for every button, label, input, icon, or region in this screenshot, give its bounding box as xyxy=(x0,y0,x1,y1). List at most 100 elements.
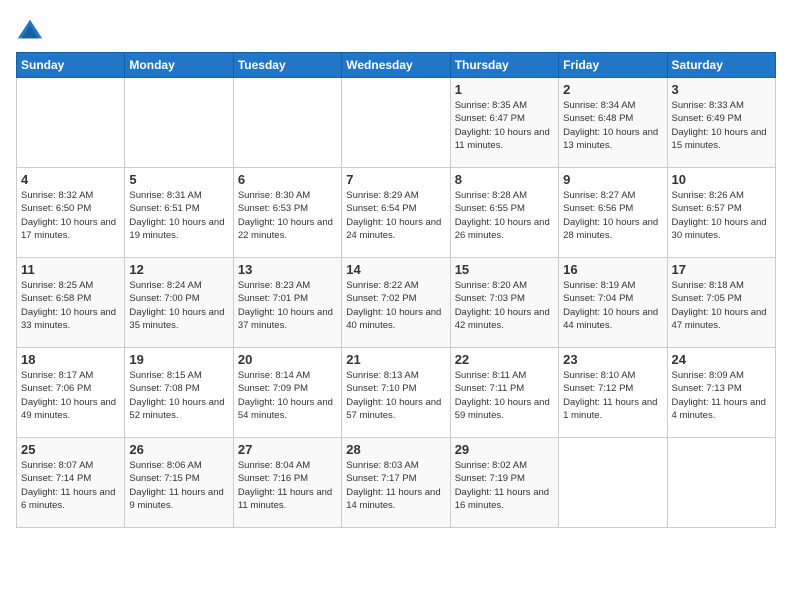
day-number: 16 xyxy=(563,262,662,277)
day-cell: 3Sunrise: 8:33 AM Sunset: 6:49 PM Daylig… xyxy=(667,78,775,168)
day-number: 12 xyxy=(129,262,228,277)
day-cell: 5 Sunrise: 8:31 AM Sunset: 6:51 PM Daylig… xyxy=(125,168,233,258)
day-number: 27 xyxy=(238,442,337,457)
logo xyxy=(16,16,48,44)
day-cell: 18 Sunrise: 8:17 AM Sunset: 7:06 PM Dayli… xyxy=(17,348,125,438)
week-row-4: 18 Sunrise: 8:17 AM Sunset: 7:06 PM Dayli… xyxy=(17,348,776,438)
day-cell: 21Sunrise: 8:13 AM Sunset: 7:10 PM Dayli… xyxy=(342,348,450,438)
day-info: Sunrise: 8:35 AM Sunset: 6:47 PM Dayligh… xyxy=(455,99,554,152)
day-number: 23 xyxy=(563,352,662,367)
day-cell: 15 Sunrise: 8:20 AM Sunset: 7:03 PM Dayli… xyxy=(450,258,558,348)
day-info: Sunrise: 8:24 AM Sunset: 7:00 PM Dayligh… xyxy=(129,279,228,332)
day-number: 1 xyxy=(455,82,554,97)
day-number: 21 xyxy=(346,352,445,367)
day-number: 28 xyxy=(346,442,445,457)
day-cell: 9 Sunrise: 8:27 AM Sunset: 6:56 PM Daylig… xyxy=(559,168,667,258)
day-number: 3 xyxy=(672,82,771,97)
day-number: 22 xyxy=(455,352,554,367)
day-info: Sunrise: 8:27 AM Sunset: 6:56 PM Dayligh… xyxy=(563,189,662,242)
week-row-5: 25 Sunrise: 8:07 AM Sunset: 7:14 PM Dayli… xyxy=(17,438,776,528)
day-cell: 12 Sunrise: 8:24 AM Sunset: 7:00 PM Dayli… xyxy=(125,258,233,348)
day-number: 4 xyxy=(21,172,120,187)
day-info: Sunrise: 8:31 AM Sunset: 6:51 PM Dayligh… xyxy=(129,189,228,242)
week-row-3: 11 Sunrise: 8:25 AM Sunset: 6:58 PM Dayli… xyxy=(17,258,776,348)
day-cell: 26 Sunrise: 8:06 AM Sunset: 7:15 PM Dayli… xyxy=(125,438,233,528)
day-number: 10 xyxy=(672,172,771,187)
day-info: Sunrise: 8:07 AM Sunset: 7:14 PM Dayligh… xyxy=(21,459,120,512)
day-number: 24 xyxy=(672,352,771,367)
day-cell: 13 Sunrise: 8:23 AM Sunset: 7:01 PM Dayli… xyxy=(233,258,341,348)
day-info: Sunrise: 8:04 AM Sunset: 7:16 PM Dayligh… xyxy=(238,459,337,512)
day-number: 25 xyxy=(21,442,120,457)
day-cell: 6 Sunrise: 8:30 AM Sunset: 6:53 PM Daylig… xyxy=(233,168,341,258)
day-info: Sunrise: 8:10 AM Sunset: 7:12 PM Dayligh… xyxy=(563,369,662,422)
day-number: 13 xyxy=(238,262,337,277)
day-cell: 14 Sunrise: 8:22 AM Sunset: 7:02 PM Dayli… xyxy=(342,258,450,348)
day-cell: 20 Sunrise: 8:14 AM Sunset: 7:09 PM Dayli… xyxy=(233,348,341,438)
day-cell: 25 Sunrise: 8:07 AM Sunset: 7:14 PM Dayli… xyxy=(17,438,125,528)
day-info: Sunrise: 8:22 AM Sunset: 7:02 PM Dayligh… xyxy=(346,279,445,332)
day-number: 2 xyxy=(563,82,662,97)
day-info: Sunrise: 8:11 AM Sunset: 7:11 PM Dayligh… xyxy=(455,369,554,422)
day-cell: 4 Sunrise: 8:32 AM Sunset: 6:50 PM Daylig… xyxy=(17,168,125,258)
day-info: Sunrise: 8:32 AM Sunset: 6:50 PM Dayligh… xyxy=(21,189,120,242)
calendar-body: 1 Sunrise: 8:35 AM Sunset: 6:47 PM Daylig… xyxy=(17,78,776,528)
day-cell: 11 Sunrise: 8:25 AM Sunset: 6:58 PM Dayli… xyxy=(17,258,125,348)
day-number: 14 xyxy=(346,262,445,277)
day-number: 26 xyxy=(129,442,228,457)
day-info: Sunrise: 8:28 AM Sunset: 6:55 PM Dayligh… xyxy=(455,189,554,242)
day-cell xyxy=(17,78,125,168)
calendar-table: SundayMondayTuesdayWednesdayThursdayFrid… xyxy=(16,52,776,528)
day-number: 6 xyxy=(238,172,337,187)
header-cell-wednesday: Wednesday xyxy=(342,53,450,78)
day-number: 7 xyxy=(346,172,445,187)
day-info: Sunrise: 8:23 AM Sunset: 7:01 PM Dayligh… xyxy=(238,279,337,332)
day-number: 11 xyxy=(21,262,120,277)
logo-icon xyxy=(16,16,44,44)
day-info: Sunrise: 8:15 AM Sunset: 7:08 PM Dayligh… xyxy=(129,369,228,422)
day-number: 20 xyxy=(238,352,337,367)
day-cell xyxy=(125,78,233,168)
header-cell-saturday: Saturday xyxy=(667,53,775,78)
day-cell: 28 Sunrise: 8:03 AM Sunset: 7:17 PM Dayli… xyxy=(342,438,450,528)
day-number: 19 xyxy=(129,352,228,367)
day-info: Sunrise: 8:06 AM Sunset: 7:15 PM Dayligh… xyxy=(129,459,228,512)
header-cell-thursday: Thursday xyxy=(450,53,558,78)
page-header xyxy=(16,16,776,44)
header-cell-friday: Friday xyxy=(559,53,667,78)
day-number: 18 xyxy=(21,352,120,367)
header-cell-tuesday: Tuesday xyxy=(233,53,341,78)
day-cell: 22 Sunrise: 8:11 AM Sunset: 7:11 PM Dayli… xyxy=(450,348,558,438)
day-info: Sunrise: 8:20 AM Sunset: 7:03 PM Dayligh… xyxy=(455,279,554,332)
day-info: Sunrise: 8:17 AM Sunset: 7:06 PM Dayligh… xyxy=(21,369,120,422)
day-cell: 19 Sunrise: 8:15 AM Sunset: 7:08 PM Dayli… xyxy=(125,348,233,438)
day-cell: 23 Sunrise: 8:10 AM Sunset: 7:12 PM Dayli… xyxy=(559,348,667,438)
day-cell xyxy=(233,78,341,168)
day-cell xyxy=(342,78,450,168)
day-cell: 16Sunrise: 8:19 AM Sunset: 7:04 PM Dayli… xyxy=(559,258,667,348)
header-cell-sunday: Sunday xyxy=(17,53,125,78)
day-info: Sunrise: 8:34 AM Sunset: 6:48 PM Dayligh… xyxy=(563,99,662,152)
day-info: Sunrise: 8:25 AM Sunset: 6:58 PM Dayligh… xyxy=(21,279,120,332)
day-cell xyxy=(559,438,667,528)
day-info: Sunrise: 8:14 AM Sunset: 7:09 PM Dayligh… xyxy=(238,369,337,422)
day-number: 5 xyxy=(129,172,228,187)
day-cell: 29 Sunrise: 8:02 AM Sunset: 7:19 PM Dayli… xyxy=(450,438,558,528)
header-row: SundayMondayTuesdayWednesdayThursdayFrid… xyxy=(17,53,776,78)
day-info: Sunrise: 8:02 AM Sunset: 7:19 PM Dayligh… xyxy=(455,459,554,512)
day-info: Sunrise: 8:29 AM Sunset: 6:54 PM Dayligh… xyxy=(346,189,445,242)
day-number: 15 xyxy=(455,262,554,277)
day-number: 9 xyxy=(563,172,662,187)
day-cell: 27 Sunrise: 8:04 AM Sunset: 7:16 PM Dayli… xyxy=(233,438,341,528)
header-cell-monday: Monday xyxy=(125,53,233,78)
day-cell: 17Sunrise: 8:18 AM Sunset: 7:05 PM Dayli… xyxy=(667,258,775,348)
day-cell: 8Sunrise: 8:28 AM Sunset: 6:55 PM Daylig… xyxy=(450,168,558,258)
day-number: 17 xyxy=(672,262,771,277)
calendar-header: SundayMondayTuesdayWednesdayThursdayFrid… xyxy=(17,53,776,78)
day-info: Sunrise: 8:30 AM Sunset: 6:53 PM Dayligh… xyxy=(238,189,337,242)
day-info: Sunrise: 8:03 AM Sunset: 7:17 PM Dayligh… xyxy=(346,459,445,512)
day-cell: 2 Sunrise: 8:34 AM Sunset: 6:48 PM Daylig… xyxy=(559,78,667,168)
day-number: 29 xyxy=(455,442,554,457)
day-cell xyxy=(667,438,775,528)
day-cell: 24Sunrise: 8:09 AM Sunset: 7:13 PM Dayli… xyxy=(667,348,775,438)
